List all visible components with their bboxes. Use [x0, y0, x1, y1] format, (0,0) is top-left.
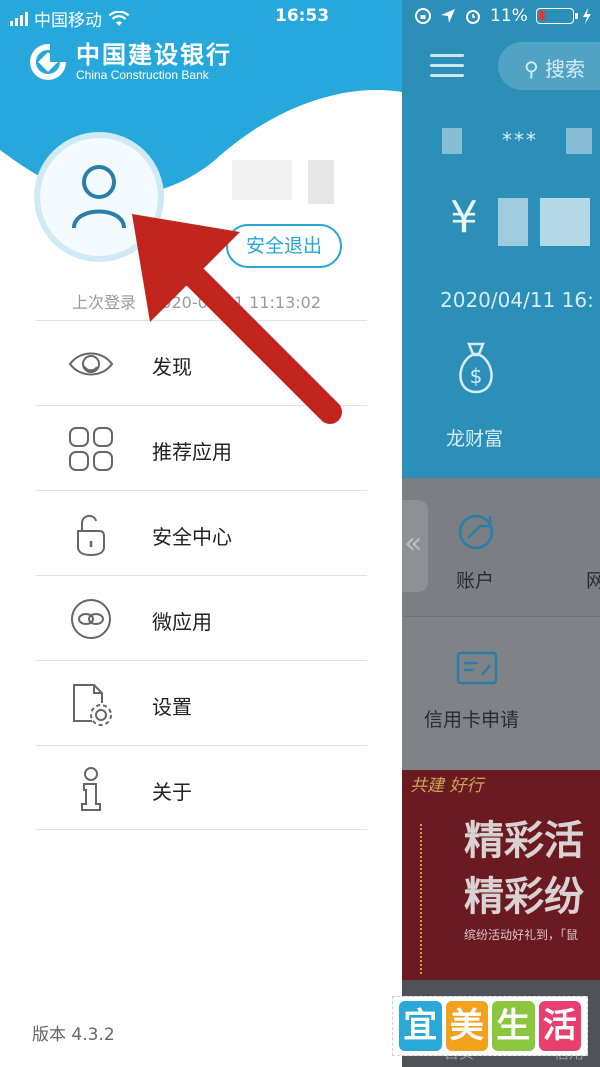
drawer-handle[interactable]: « [402, 500, 428, 592]
currency-symbol: ¥ [450, 192, 478, 243]
padlock-icon [77, 515, 105, 557]
charging-icon [582, 8, 591, 24]
money-bag-icon[interactable]: $ [452, 340, 500, 396]
settings-document-icon [73, 684, 112, 726]
menu-item-recommended-apps[interactable]: 推荐应用 [36, 405, 367, 490]
watermark-char: 宜 [399, 1001, 442, 1051]
drawer-menu: 发现 推荐应用 安全中心 微应用 设置 关于 [36, 320, 367, 830]
search-placeholder: 搜索 [545, 57, 586, 81]
user-avatar[interactable] [34, 132, 164, 262]
location-icon [441, 9, 455, 23]
bank-name-cn: 中国建设银行 [76, 41, 232, 69]
version-label: 版本 4.3.2 [32, 1025, 115, 1045]
menu-label: 微应用 [152, 610, 212, 634]
app-grid-icon [69, 427, 113, 471]
credit-card-label[interactable]: 信用卡申请 [424, 705, 519, 732]
quick-actions: « 账户 网 信用卡申请 [402, 478, 600, 770]
rotation-lock-icon [415, 8, 431, 24]
watermark-char: 活 [538, 1001, 581, 1051]
hamburger-menu-icon[interactable] [430, 54, 464, 84]
watermark-logo: 宜 美 生 活 [392, 996, 588, 1056]
banner-caption: 缤纷活动好礼到，「鼠 [464, 928, 579, 942]
svg-text:$: $ [470, 364, 483, 388]
blurred-text [442, 128, 462, 154]
account-growth-icon[interactable] [458, 510, 498, 550]
partial-label[interactable]: 网 [586, 566, 600, 593]
wealth-label[interactable]: 龙财富 [446, 424, 503, 451]
last-login-label: 上次登录 [72, 293, 137, 312]
blurred-balance [540, 198, 590, 246]
last-login-time: 2020-04-11 11:13:02 [151, 293, 322, 312]
clock: 16:53 [275, 6, 330, 26]
banner-calligraphy: 共建 好行 [410, 776, 484, 796]
alarm-icon [466, 10, 480, 24]
link-circle-icon [71, 599, 111, 639]
carrier-group: 中国移动 [10, 6, 130, 31]
menu-item-about[interactable]: 关于 [36, 745, 367, 830]
account-header: ⚲ 搜索 *** ¥ 2020/04/11 16: $ 龙财富 [402, 0, 600, 478]
side-drawer: 中国建设银行 China Construction Bank 安全退出 上次登录… [0, 0, 402, 1067]
watermark-char: 美 [445, 1001, 488, 1051]
wifi-icon [108, 10, 130, 26]
menu-item-micro-apps[interactable]: 微应用 [36, 575, 367, 660]
logout-button[interactable]: 安全退出 [226, 224, 342, 268]
banner-line-2: 精彩纷 [464, 874, 584, 920]
menu-item-security-center[interactable]: 安全中心 [36, 490, 367, 575]
signal-icon [10, 11, 28, 26]
search-bar[interactable]: ⚲ 搜索 [498, 42, 600, 90]
menu-label: 发现 [152, 355, 192, 379]
background-app[interactable]: ⚲ 搜索 *** ¥ 2020/04/11 16: $ 龙财富 « 账户 网 信… [402, 0, 600, 1067]
credit-card-icon[interactable] [456, 651, 498, 685]
bank-logo: 中国建设银行 China Construction Bank [28, 42, 232, 82]
user-icon [72, 165, 126, 229]
menu-label: 关于 [152, 780, 192, 804]
account-label[interactable]: 账户 [456, 566, 494, 593]
balance-date: 2020/04/11 16: [440, 288, 594, 312]
banner-line-1: 精彩活 [464, 818, 584, 864]
info-person-icon [81, 767, 101, 811]
search-icon: ⚲ [524, 57, 539, 81]
battery-percent: 11% [490, 6, 528, 26]
menu-label: 安全中心 [152, 525, 232, 549]
bank-name-en: China Construction Bank [76, 68, 209, 82]
menu-item-settings[interactable]: 设置 [36, 660, 367, 745]
status-bar: 中国移动 16:53 11% [0, 0, 600, 34]
ccb-logo-icon [30, 42, 68, 80]
blurred-text [566, 128, 592, 154]
eye-icon [68, 352, 114, 376]
blurred-balance [498, 198, 528, 246]
status-icons: 11% [414, 6, 592, 26]
blurred-username [232, 160, 292, 200]
menu-item-discover[interactable]: 发现 [36, 320, 367, 405]
menu-label: 设置 [152, 695, 192, 719]
blurred-username [308, 160, 334, 204]
quick-actions-row: 信用卡申请 [402, 616, 600, 770]
battery-icon [535, 8, 578, 24]
carrier-label: 中国移动 [34, 11, 102, 31]
promo-banner[interactable]: 共建 好行 精彩活 精彩纷 缤纷活动好礼到，「鼠 [402, 770, 600, 980]
menu-label: 推荐应用 [152, 440, 232, 464]
masked-account: *** [502, 128, 538, 152]
chinese-knot-icon [420, 824, 440, 974]
watermark-char: 生 [492, 1001, 535, 1051]
last-login: 上次登录 2020-04-11 11:13:02 [72, 289, 321, 313]
